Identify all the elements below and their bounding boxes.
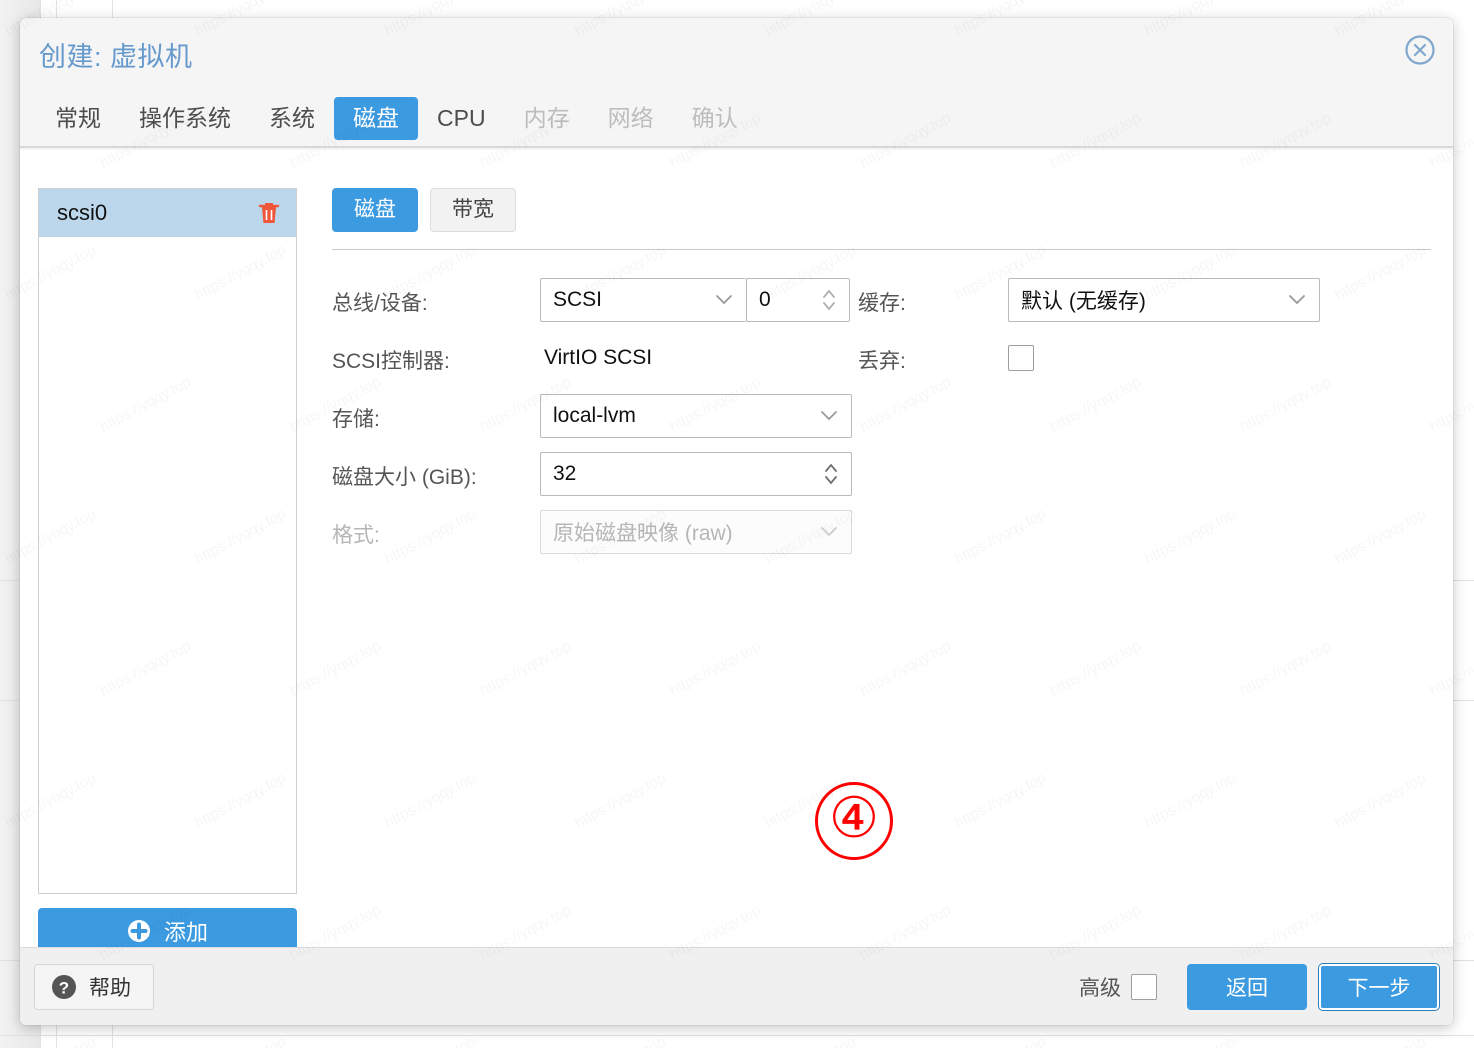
device-label: scsi0: [57, 200, 107, 226]
dialog-footer: ? 帮助 高级 返回 下一步: [20, 947, 1453, 1025]
subtab-bandwidth[interactable]: 带宽: [430, 188, 516, 232]
tab-memory: 内存: [505, 97, 589, 140]
disk-size-input[interactable]: 32: [540, 452, 852, 496]
scsi-controller-field: VirtIO SCSI: [540, 336, 858, 394]
bus-device-field: SCSI 0: [540, 278, 858, 336]
spinner-icon[interactable]: [815, 287, 849, 313]
tab-network: 网络: [589, 97, 673, 140]
help-button[interactable]: ? 帮助: [34, 964, 154, 1010]
storage-label: 存储:: [332, 394, 540, 452]
close-icon[interactable]: [1404, 34, 1436, 66]
tab-confirm: 确认: [673, 97, 757, 140]
next-button[interactable]: 下一步: [1319, 964, 1439, 1010]
format-field: 原始磁盘映像 (raw): [540, 510, 858, 568]
dialog-title: 创建: 虚拟机: [39, 35, 193, 74]
disk-size-field: 32: [540, 452, 858, 510]
step-annotation: ④: [815, 782, 893, 860]
chevron-down-icon: [815, 527, 851, 537]
disk-size-label: 磁盘大小 (GiB):: [332, 452, 540, 510]
subtab-divider: [332, 249, 1431, 250]
subtab-disk[interactable]: 磁盘: [332, 188, 418, 232]
bus-select[interactable]: SCSI: [540, 278, 746, 322]
storage-select[interactable]: local-lvm: [540, 394, 852, 438]
advanced-checkbox[interactable]: [1131, 974, 1157, 1000]
tab-system[interactable]: 系统: [250, 97, 334, 140]
format-select-value: 原始磁盘映像 (raw): [553, 517, 815, 547]
scsi-controller-value: VirtIO SCSI: [540, 336, 858, 380]
device-number-value: 0: [759, 288, 815, 312]
tab-os[interactable]: 操作系统: [120, 97, 250, 140]
disk-subtabs: 磁盘 带宽: [332, 188, 1431, 232]
plus-circle-icon: [127, 919, 151, 943]
device-number-input[interactable]: 0: [746, 278, 850, 322]
tab-cpu[interactable]: CPU: [418, 97, 505, 140]
device-panel: scsi0: [38, 188, 297, 954]
scsi-controller-label: SCSI控制器:: [332, 336, 540, 394]
spinner-icon[interactable]: [817, 461, 851, 487]
help-button-label: 帮助: [89, 972, 131, 1002]
cache-select[interactable]: 默认 (无缓存): [1008, 278, 1320, 322]
list-item[interactable]: scsi0: [39, 189, 296, 237]
question-circle-icon: ?: [51, 974, 77, 1000]
chevron-down-icon: [710, 295, 746, 305]
disk-settings-panel: 磁盘 带宽 总线/设备: SCSI: [332, 188, 1431, 568]
backdrop-row-line: [0, 1035, 1474, 1036]
dialog-header: 创建: 虚拟机 常规 操作系统 系统 磁盘 CPU 内存 网络 确认: [20, 18, 1453, 148]
disk-size-value: 32: [553, 462, 817, 486]
bus-select-value: SCSI: [553, 288, 710, 312]
format-select: 原始磁盘映像 (raw): [540, 510, 852, 554]
storage-field: local-lvm: [540, 394, 858, 452]
tab-disks[interactable]: 磁盘: [334, 97, 418, 140]
add-disk-label: 添加: [164, 915, 208, 947]
bus-device-label: 总线/设备:: [332, 278, 540, 336]
chevron-down-icon: [815, 411, 851, 421]
storage-select-value: local-lvm: [553, 404, 815, 428]
wizard-tabs: 常规 操作系统 系统 磁盘 CPU 内存 网络 确认: [36, 97, 757, 140]
cache-label: 缓存:: [858, 278, 1008, 336]
svg-text:?: ?: [59, 978, 69, 997]
format-label: 格式:: [332, 510, 540, 568]
device-list: scsi0: [38, 188, 297, 894]
discard-field: [1008, 336, 1214, 394]
trash-icon[interactable]: [258, 201, 280, 225]
cache-field: 默认 (无缓存): [1008, 278, 1214, 336]
dialog-body: scsi0: [20, 150, 1453, 947]
cache-select-value: 默认 (无缓存): [1021, 285, 1283, 315]
advanced-toggle: 高级: [1079, 972, 1157, 1002]
discard-checkbox[interactable]: [1008, 345, 1034, 371]
tab-general[interactable]: 常规: [36, 97, 120, 140]
chevron-down-icon: [1283, 295, 1319, 305]
discard-label: 丢弃:: [858, 336, 1008, 394]
advanced-label: 高级: [1079, 972, 1121, 1002]
back-button[interactable]: 返回: [1187, 964, 1307, 1010]
disk-form: 总线/设备: SCSI 0: [332, 278, 1431, 568]
create-vm-dialog: 创建: 虚拟机 常规 操作系统 系统 磁盘 CPU 内存 网络 确认 scsi0: [20, 18, 1453, 1025]
